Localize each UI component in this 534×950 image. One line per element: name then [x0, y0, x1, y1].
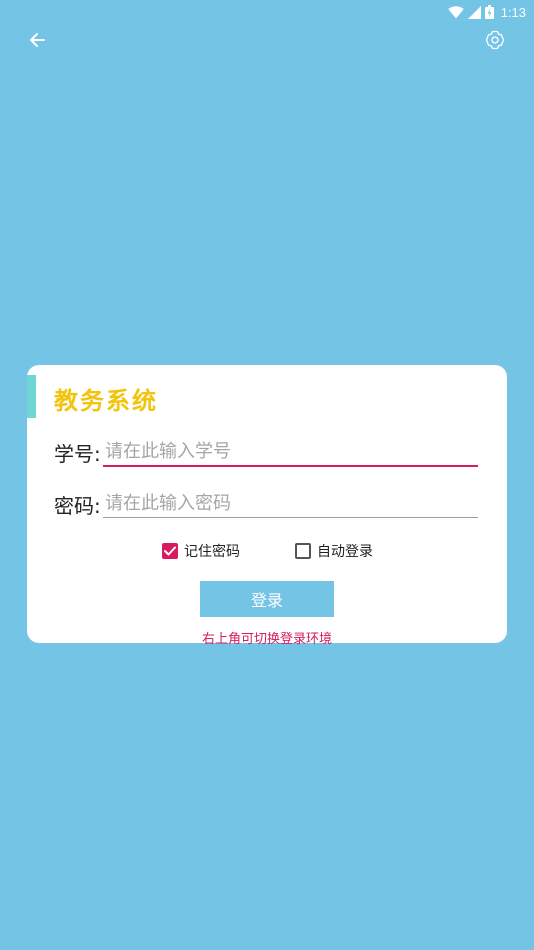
battery-icon	[484, 5, 494, 19]
password-underline	[103, 517, 478, 518]
remember-password-label: 记住密码	[184, 544, 240, 560]
student-id-underline	[103, 465, 478, 467]
environment-hint: 右上角可切换登录环境	[201, 632, 332, 647]
login-button[interactable]: 登录	[200, 581, 334, 617]
gear-icon	[485, 30, 505, 50]
remember-password-option[interactable]: 记住密码	[162, 541, 240, 561]
back-button[interactable]	[25, 28, 49, 52]
login-card: 教务系统 学号: 密码: 记住密码 自动登录 登录 右上角可切换登录环境	[27, 365, 507, 647]
signal-icon	[467, 5, 481, 19]
password-input[interactable]	[103, 488, 478, 518]
title-accent-bar	[27, 375, 36, 418]
status-bar: 1:13	[0, 0, 534, 24]
auto-login-checkbox[interactable]	[295, 543, 311, 559]
settings-button[interactable]	[483, 28, 507, 52]
page-title: 教务系统	[54, 387, 158, 415]
remember-password-checkbox[interactable]	[162, 543, 178, 559]
auto-login-option[interactable]: 自动登录	[295, 541, 373, 561]
wifi-icon	[447, 5, 464, 18]
auto-login-label: 自动登录	[317, 544, 373, 560]
password-label: 密码:	[54, 494, 101, 518]
student-id-label: 学号:	[54, 442, 101, 466]
student-id-input[interactable]	[103, 436, 478, 466]
check-icon	[164, 546, 176, 556]
arrow-left-icon	[30, 33, 45, 47]
status-time: 1:13	[500, 4, 526, 20]
